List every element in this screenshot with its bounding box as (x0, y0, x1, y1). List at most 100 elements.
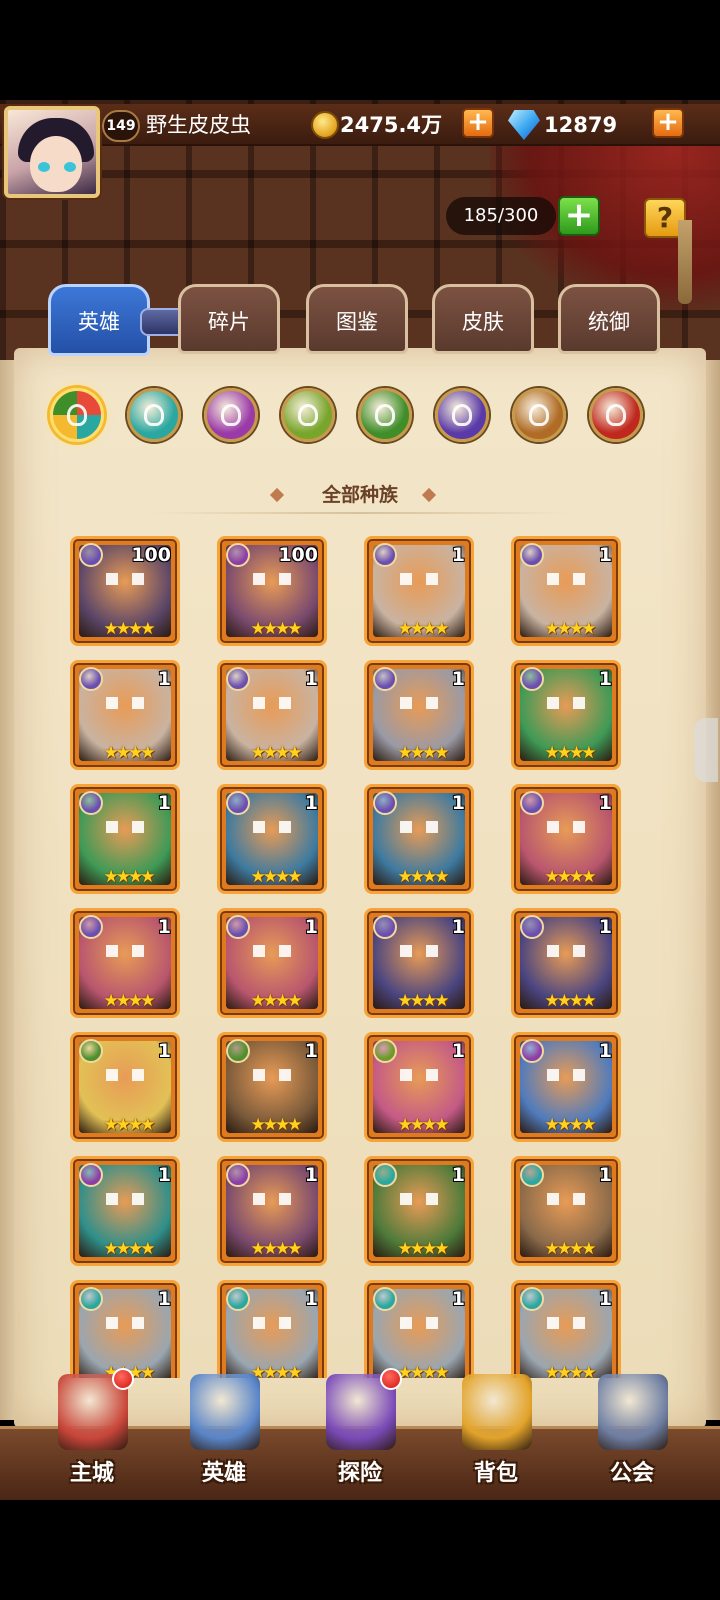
race-filter-title: 全部种族 (321, 484, 398, 506)
hero-card[interactable]: 1★★★★ (511, 1156, 621, 1266)
shadow-race-glyph (144, 404, 164, 426)
nav-label: 英雄 (201, 1461, 246, 1486)
hero-card[interactable]: 1★★★★ (70, 908, 180, 1018)
curtain-tassel (678, 220, 692, 304)
all-races-glyph (67, 404, 87, 426)
nav-explore[interactable]: 探险 (300, 1368, 420, 1498)
faction-badge-icon (79, 543, 103, 567)
hero-stars: ★★★★ (544, 1239, 597, 1259)
hero-card[interactable]: 1 ★★★★ (70, 660, 180, 770)
hero-card[interactable]: 1★★★★ (70, 1032, 180, 1142)
faction-badge-icon (373, 1039, 397, 1063)
hero-card[interactable]: 1★★★★ (511, 908, 621, 1018)
hero-card[interactable]: 1★★★★ (364, 660, 474, 770)
faction-badge-icon (79, 1039, 103, 1063)
fortress-race-icon[interactable] (204, 388, 258, 442)
nav-backpack[interactable]: 背包 (436, 1368, 556, 1498)
hero-card[interactable]: 1★★★★ (511, 784, 621, 894)
hero-card[interactable]: 1★★★★ (70, 1280, 180, 1378)
diamond-amount: 12879 (544, 113, 618, 137)
hero-card[interactable]: 1★★★★ (217, 908, 327, 1018)
hero-stars: ★★★★ (250, 991, 303, 1011)
hero-stars: ★★★★ (103, 743, 156, 763)
add-gold-button[interactable]: + (462, 108, 494, 138)
hero-card[interactable]: 1★★★★ (364, 1280, 474, 1378)
hero-count: 1 (157, 668, 171, 690)
hero-stars: ★★★★ (250, 867, 303, 887)
hero-card[interactable]: 1★★★★ (217, 660, 327, 770)
hero-count: 1 (304, 668, 318, 690)
nav-label: 公会 (609, 1461, 654, 1486)
faction-badge-icon (79, 1287, 103, 1311)
hero-count: 1 (451, 1288, 465, 1310)
tab-fragments[interactable]: 碎片 (178, 284, 280, 354)
faction-badge-icon (226, 1287, 250, 1311)
guild-tower-icon (598, 1374, 668, 1450)
hero-stars: ★★★★ (103, 1115, 156, 1135)
hero-card[interactable]: 100 ★★★★ (217, 536, 327, 646)
faction-badge-icon (520, 667, 544, 691)
hero-stars: ★★★★ (397, 1115, 450, 1135)
hero-count: 1 (304, 792, 318, 814)
tab-skins[interactable]: 皮肤 (432, 284, 534, 354)
hero-count: 1 (157, 1164, 171, 1186)
hero-grid: 100 ★★★★ 100 ★★★★ 1 ★★★★ 1 ★★★★ 1 ★★★★ 1 ★★★★ 1 ★★★★ 1… (0, 532, 720, 1378)
hero-card[interactable]: 1★★★★ (364, 784, 474, 894)
add-diamond-button[interactable]: + (652, 108, 684, 138)
nav-heroes[interactable]: 英雄 (164, 1368, 284, 1498)
faction-badge-icon (226, 1039, 250, 1063)
faction-badge-icon (226, 791, 250, 815)
hero-card[interactable]: 1★★★★ (511, 660, 621, 770)
hero-card[interactable]: 1★★★★ (217, 1032, 327, 1142)
faction-badge-icon (226, 543, 250, 567)
faction-badge-icon (520, 1287, 544, 1311)
hero-card[interactable]: 1 ★★★★ (364, 1156, 474, 1266)
hero-card[interactable]: 1★★★★ (511, 1280, 621, 1378)
forest-race-icon[interactable] (358, 388, 412, 442)
hero-stars: ★★★★ (397, 991, 450, 1011)
faction-badge-icon (520, 1039, 544, 1063)
hero-card[interactable]: 1★★★★ (70, 1156, 180, 1266)
hero-card[interactable]: 1★★★★ (364, 536, 474, 646)
hero-card[interactable]: 1 ★★★★ (217, 784, 327, 894)
faction-badge-icon (226, 915, 250, 939)
all-races-icon[interactable] (50, 388, 104, 442)
expand-capacity-button[interactable]: + (558, 196, 600, 236)
player-avatar[interactable] (4, 106, 100, 198)
nav-label: 探险 (337, 1461, 382, 1486)
hero-stars: ★★★★ (544, 991, 597, 1011)
hero-card[interactable]: 1★★★★ (217, 1156, 327, 1266)
dark-race-glyph (452, 404, 472, 426)
hero-stars: ★★★★ (397, 1239, 450, 1259)
light-race-icon[interactable] (512, 388, 566, 442)
abyss-race-icon[interactable] (281, 388, 335, 442)
gold-amount: 2475.4万 (340, 113, 443, 137)
hero-count: 1 (451, 1040, 465, 1062)
hero-card[interactable]: 1 ★★★★ (364, 1032, 474, 1142)
hell-race-icon[interactable] (589, 388, 643, 442)
faction-badge-icon (226, 667, 250, 691)
nav-guild[interactable]: 公会 (572, 1368, 692, 1498)
backpack-icon (462, 1374, 532, 1450)
shadow-race-icon[interactable] (127, 388, 181, 442)
abyss-race-glyph (298, 404, 318, 426)
tab-heroes[interactable]: 英雄 (48, 284, 150, 356)
hero-card[interactable]: 1★★★★ (364, 908, 474, 1018)
hero-card[interactable]: 100 ★★★★ (70, 536, 180, 646)
hero-card[interactable]: 1★★★★ (70, 784, 180, 894)
tab-codex[interactable]: 图鉴 (306, 284, 408, 354)
hero-count: 100 (278, 544, 318, 566)
tab-command[interactable]: 统御 (558, 284, 660, 354)
nav-label: 背包 (473, 1461, 518, 1486)
hero-count: 1 (157, 792, 171, 814)
hero-count: 1 (598, 668, 612, 690)
hero-card[interactable]: 1★★★★ (217, 1280, 327, 1378)
hero-card[interactable]: 1★★★★ (511, 1032, 621, 1142)
faction-badge-icon (373, 915, 397, 939)
nav-main-city[interactable]: 主城 (32, 1368, 152, 1498)
faction-badge-icon (79, 667, 103, 691)
dark-race-icon[interactable] (435, 388, 489, 442)
hero-count: 1 (451, 1164, 465, 1186)
avatar-eye-left (38, 162, 50, 172)
hero-card[interactable]: 1★★★★ (511, 536, 621, 646)
